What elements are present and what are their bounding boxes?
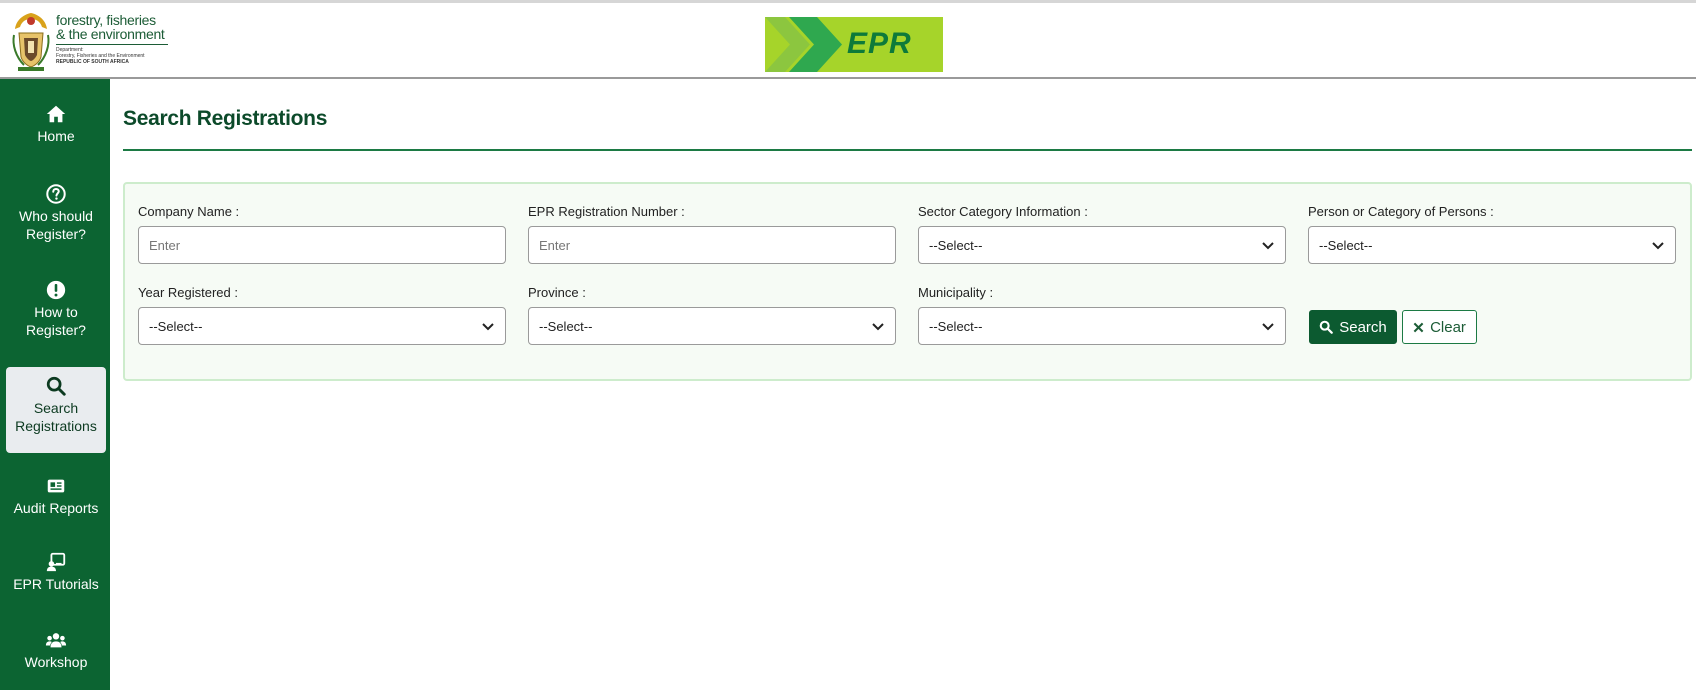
dept-name-line2: & the environment (56, 26, 165, 42)
province-field: Province : --Select-- (528, 285, 896, 345)
tutorial-icon (46, 552, 66, 572)
chevron-down-icon (1652, 242, 1664, 250)
sector-category-select[interactable]: --Select-- (918, 226, 1286, 264)
sidebar-item-home[interactable]: Home (6, 103, 106, 155)
municipality-value: --Select-- (929, 318, 983, 334)
sidebar-item-label: How to Register? (26, 304, 86, 338)
dept-country: REPUBLIC OF SOUTH AFRICA (56, 59, 129, 65)
department-logo[interactable]: forestry, fisheries & the environment De… (10, 11, 200, 75)
dept-name-line1: forestry, fisheries (56, 12, 156, 28)
sidebar-item-how-to-register[interactable]: How to Register? (6, 279, 106, 349)
sidebar-item-workshop[interactable]: Workshop (6, 629, 106, 681)
header: forestry, fisheries & the environment De… (0, 0, 1696, 79)
dept-rule (56, 44, 168, 45)
home-icon (46, 105, 66, 123)
search-panel: Company Name : EPR Registration Number :… (123, 182, 1692, 381)
municipality-field: Municipality : --Select-- (918, 285, 1286, 345)
company-name-input-wrap (138, 226, 506, 264)
year-registered-label: Year Registered : (138, 285, 238, 300)
person-category-label: Person or Category of Persons : (1308, 204, 1494, 219)
epr-number-input-wrap (528, 226, 896, 264)
sidebar-item-audit-reports[interactable]: Audit Reports (6, 475, 106, 527)
coat-of-arms-icon (12, 13, 50, 71)
province-value: --Select-- (539, 318, 593, 334)
epr-logo-text: EPR (847, 27, 912, 60)
users-icon (45, 633, 67, 648)
sidebar-item-label: Home (37, 128, 75, 144)
sector-category-value: --Select-- (929, 237, 983, 253)
sidebar-item-label: Workshop (24, 654, 88, 670)
year-registered-field: Year Registered : --Select-- (138, 285, 506, 345)
epr-number-input[interactable] (539, 237, 885, 253)
question-circle-icon (46, 184, 66, 204)
chevron-down-icon (482, 323, 494, 331)
chevron-down-icon (1262, 323, 1274, 331)
sidebar-item-epr-tutorials[interactable]: EPR Tutorials (6, 551, 106, 603)
search-icon (1319, 320, 1334, 334)
sidebar-item-label: EPR Tutorials (13, 576, 99, 592)
report-icon (47, 479, 65, 493)
close-icon (1413, 322, 1424, 332)
clear-button-label: Clear (1430, 318, 1466, 336)
sidebar-item-who-should-register[interactable]: Who should Register? (6, 183, 106, 253)
sidebar-item-label: Audit Reports (13, 500, 99, 516)
sidebar-item-search-registrations[interactable]: Search Registrations (6, 367, 106, 453)
epr-logo[interactable]: EPR (765, 17, 943, 72)
province-select[interactable]: --Select-- (528, 307, 896, 345)
title-divider (123, 149, 1692, 151)
municipality-label: Municipality : (918, 285, 994, 300)
sector-category-field: Sector Category Information : --Select-- (918, 204, 1286, 264)
company-name-input[interactable] (149, 237, 495, 253)
company-name-field: Company Name : (138, 204, 506, 264)
municipality-select[interactable]: --Select-- (918, 307, 1286, 345)
chevron-down-icon (1262, 242, 1274, 250)
person-category-value: --Select-- (1319, 237, 1373, 253)
page-title: Search Registrations (123, 107, 328, 130)
epr-number-field: EPR Registration Number : (528, 204, 896, 264)
search-button[interactable]: Search (1309, 310, 1397, 344)
clear-button[interactable]: Clear (1402, 310, 1477, 344)
department-text: forestry, fisheries & the environment De… (56, 13, 168, 65)
chevron-down-icon (872, 323, 884, 331)
search-icon (46, 376, 66, 396)
sidebar-item-label: Search Registrations (15, 400, 97, 434)
search-button-label: Search (1339, 318, 1387, 336)
province-label: Province : (528, 285, 586, 300)
person-category-select[interactable]: --Select-- (1308, 226, 1676, 264)
sidebar: Home Who should Register? How to Registe… (0, 79, 110, 690)
sector-category-label: Sector Category Information : (918, 204, 1088, 219)
company-name-label: Company Name : (138, 204, 240, 219)
year-registered-select[interactable]: --Select-- (138, 307, 506, 345)
epr-number-label: EPR Registration Number : (528, 204, 685, 219)
person-category-field: Person or Category of Persons : --Select… (1308, 204, 1676, 264)
exclamation-circle-icon (46, 280, 66, 300)
sidebar-item-label: Who should Register? (19, 208, 93, 242)
year-registered-value: --Select-- (149, 318, 203, 334)
